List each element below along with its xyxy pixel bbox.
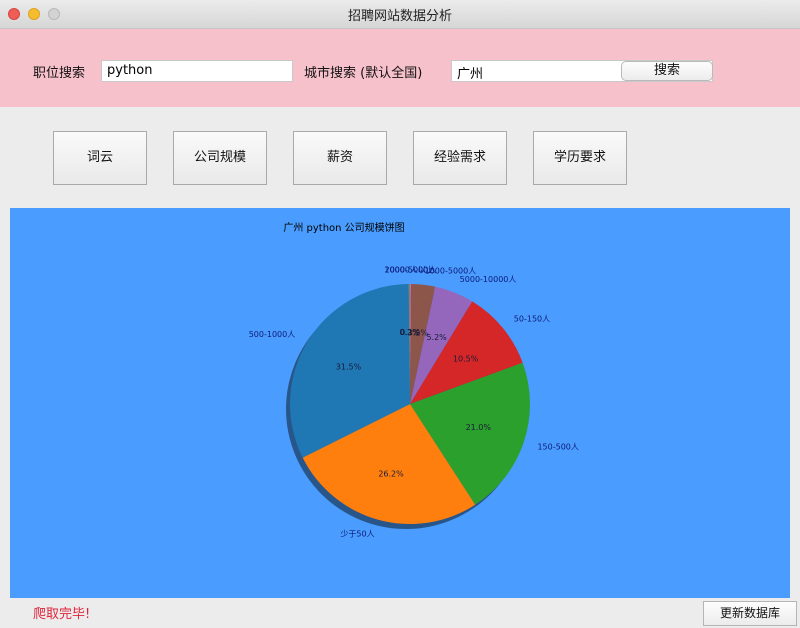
city-search-label: 城市搜索 (默认全国) <box>304 66 423 81</box>
slice-percent-label: 0.2% <box>399 328 420 337</box>
chart-title: 广州 python 公司规模饼图 <box>283 221 404 234</box>
education-button[interactable]: 学历要求 <box>533 131 627 185</box>
slice-label: 500-1000人 <box>249 330 296 339</box>
search-button[interactable]: 搜索 <box>621 61 713 81</box>
company-scale-pie-chart: 广州 python 公司规模饼图 2000-5000人0.1%1000-5000… <box>249 221 579 539</box>
experience-button[interactable]: 经验需求 <box>413 131 507 185</box>
slice-label: 50-150人 <box>514 315 550 324</box>
slice-percent-label: 5.2% <box>426 333 447 342</box>
slice-label: 5000-10000人 <box>460 275 517 284</box>
chart-panel: 广州 python 公司规模饼图 2000-5000人 0.1% 1000-5000… <box>10 208 790 598</box>
job-search-label: 职位搜索 <box>33 66 86 81</box>
window-title: 招聘网站数据分析 <box>347 9 452 24</box>
slice-percent-label: 21.0% <box>466 423 492 432</box>
update-database-button[interactable]: 更新数据库 <box>703 601 797 626</box>
wordcloud-button[interactable]: 词云 <box>53 131 147 185</box>
slice-label: 少于50人 <box>340 530 374 539</box>
company-scale-button[interactable]: 公司规模 <box>173 131 267 185</box>
slice-label: 150-500人 <box>537 443 578 452</box>
slice-percent-label: 26.2% <box>378 469 404 478</box>
job-search-input[interactable]: python <box>101 60 293 82</box>
title-bar: 招聘网站数据分析 <box>0 0 800 29</box>
slice-percent-label: 10.5% <box>453 354 479 363</box>
search-panel: 职位搜索 python 城市搜索 (默认全国) 广州 搜索 <box>0 29 800 107</box>
status-message: 爬取完毕! <box>33 607 91 622</box>
slice-label: 10000人以上 <box>384 266 433 275</box>
slice-percent-label: 31.5% <box>336 363 362 372</box>
salary-button[interactable]: 薪资 <box>293 131 387 185</box>
